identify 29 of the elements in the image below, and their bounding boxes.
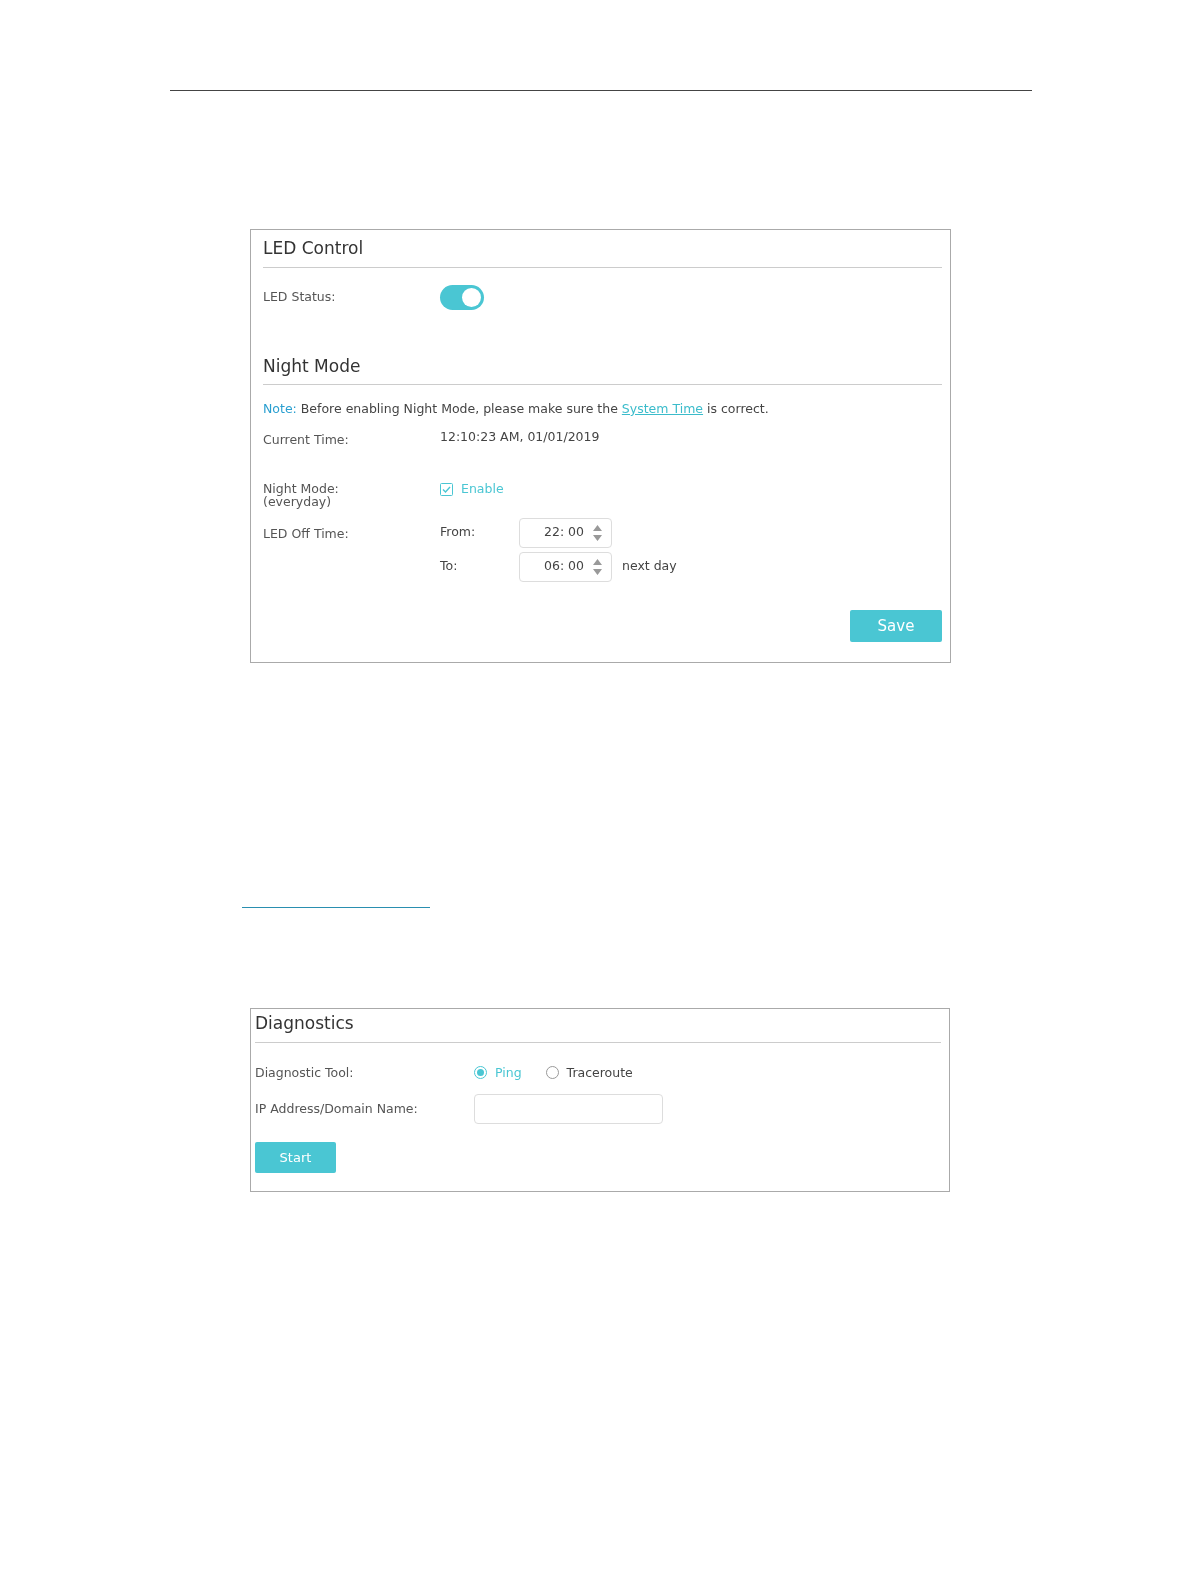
spinner-icon[interactable] <box>592 557 603 576</box>
field-label: To: <box>440 557 459 576</box>
field-label: LED Off Time: <box>263 524 350 543</box>
suffix-text: next day <box>622 557 677 576</box>
led-status-toggle[interactable] <box>440 284 484 310</box>
time-field[interactable]: 06: 00 <box>519 551 612 582</box>
field-label: Diagnostic Tool: <box>255 1063 355 1082</box>
field-label: Night Mode: (everyday) <box>263 481 340 508</box>
field-label: IP Address/Domain Name: <box>255 1099 419 1118</box>
input-field[interactable] <box>474 1094 663 1125</box>
start-button[interactable]: Start <box>255 1142 336 1174</box>
radio-button[interactable] <box>474 1066 487 1080</box>
current-time-value: 12:10:23 AM, 01/01/2019 <box>440 427 600 446</box>
checkbox[interactable] <box>440 482 453 496</box>
radio-button[interactable] <box>545 1066 559 1080</box>
field-label: LED Status: <box>263 287 337 306</box>
radio-option[interactable]: Traceroute <box>545 1063 633 1083</box>
time-field[interactable]: 22: 00 <box>519 517 612 548</box>
checkbox-label: Enable <box>461 479 504 498</box>
field-label: Current Time: <box>263 430 350 449</box>
section-title: Diagnostics <box>255 1011 941 1043</box>
note-text: Note: Before enabling Night Mode, please make sure the System Time is correct. <box>263 400 770 418</box>
radio-option[interactable]: Ping <box>474 1063 522 1083</box>
save-button[interactable]: Save <box>850 609 942 642</box>
section-title: Night Mode <box>263 353 942 385</box>
field-label: From: <box>440 523 477 542</box>
spinner-icon[interactable] <box>592 523 603 542</box>
system-time-link[interactable]: System Time <box>621 401 704 416</box>
section-title: LED Control <box>263 236 942 268</box>
